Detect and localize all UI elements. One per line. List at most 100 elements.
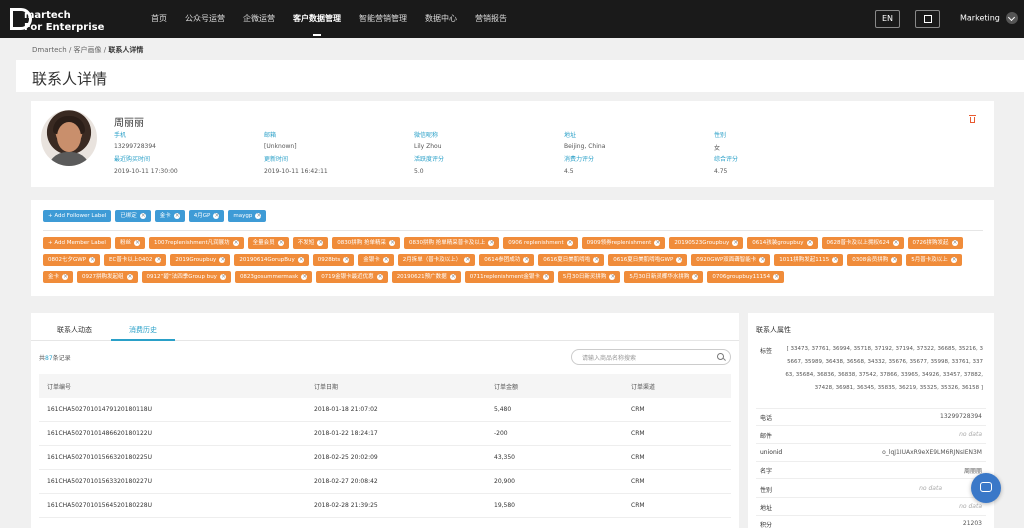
nav-item-data-center[interactable]: 数据中心 (417, 0, 465, 38)
member-tag[interactable]: 5月30日新灵椰华水拼购 (624, 271, 704, 283)
trash-icon[interactable] (969, 115, 976, 123)
column-header[interactable]: 订单日期 (314, 382, 494, 391)
member-tag[interactable]: 0614孩装groupbuy (747, 237, 818, 249)
close-icon[interactable] (806, 237, 813, 249)
close-icon[interactable] (133, 237, 140, 249)
nav-item-marketing-report[interactable]: 营销报告 (467, 0, 515, 38)
close-icon[interactable] (732, 237, 738, 249)
follower-tag[interactable]: 金卡 (154, 210, 185, 222)
close-icon[interactable] (232, 237, 239, 249)
column-header[interactable]: 订单金额 (494, 382, 631, 391)
column-header[interactable]: 订单渠道 (631, 382, 731, 391)
follower-tag[interactable]: 已绑定 (115, 210, 151, 222)
nav-item-customer-data[interactable]: 客户数据管理 (285, 0, 349, 38)
member-tag[interactable]: 20190621预广数据 (391, 271, 461, 283)
member-tag[interactable]: 0614参团成功 (479, 254, 535, 266)
follower-tag[interactable]: 4月GP (188, 210, 225, 222)
add-member-label-button[interactable]: + Add Member Label (43, 237, 111, 249)
close-icon[interactable] (382, 254, 389, 266)
add-follower-label-button[interactable]: + Add Follower Label (43, 210, 112, 222)
close-icon[interactable] (488, 237, 494, 249)
member-tag[interactable]: 全量会员 (247, 237, 289, 249)
member-tag[interactable]: 粉丝 (114, 237, 145, 249)
close-icon[interactable] (759, 254, 765, 266)
close-icon[interactable] (155, 254, 161, 266)
member-tag[interactable]: 0719金银卡最近优惠 (316, 271, 388, 283)
close-icon[interactable] (301, 271, 307, 283)
close-icon[interactable] (566, 237, 573, 249)
member-tag[interactable]: 5月普卡及以上 (906, 254, 962, 266)
close-icon[interactable] (219, 271, 226, 283)
member-tag[interactable]: 0802七夕GWP (43, 254, 101, 266)
search-icon[interactable] (717, 353, 724, 360)
member-tag[interactable]: 0616夏日美肌啃啦GWP (608, 254, 688, 266)
follower-tag[interactable]: maygp (228, 210, 267, 222)
close-icon[interactable] (773, 271, 779, 283)
member-tag[interactable]: 不发短 (292, 237, 329, 249)
nav-item-wecom[interactable]: 企微运营 (235, 0, 283, 38)
close-icon[interactable] (173, 210, 180, 222)
close-icon[interactable] (255, 210, 261, 222)
close-icon[interactable] (464, 254, 470, 266)
member-tag[interactable]: 0711replenishment金银卡 (464, 271, 554, 283)
product-search-input[interactable]: 请输入商品名称搜索 (571, 349, 731, 365)
close-icon[interactable] (297, 254, 304, 266)
close-icon[interactable] (449, 271, 456, 283)
close-icon[interactable] (692, 271, 698, 283)
member-tag[interactable]: 0909领券replenishment (581, 237, 666, 249)
member-tag[interactable]: 0628普卡及以上拥权624 (821, 237, 904, 249)
table-row[interactable]: 161CHA50270101566320180225U 2018-02-25 2… (39, 446, 731, 470)
close-icon[interactable] (609, 271, 615, 283)
close-icon[interactable] (213, 210, 219, 222)
nav-item-smart-marketing[interactable]: 智能营销管理 (351, 0, 415, 38)
close-icon[interactable] (62, 271, 68, 283)
member-tag[interactable]: 0308会员拼购 (847, 254, 903, 266)
tab-contact-activity[interactable]: 联系人动态 (57, 325, 92, 341)
close-icon[interactable] (676, 254, 682, 266)
member-tag[interactable]: 20190523Groupbuy (669, 237, 744, 249)
member-tag[interactable]: 0830拼购 抢单精采普卡及以上 (403, 237, 500, 249)
user-menu[interactable]: Marketing (960, 12, 1018, 24)
chat-button[interactable] (971, 473, 1001, 503)
switch-icon-button[interactable] (915, 10, 940, 28)
close-icon[interactable] (892, 237, 899, 249)
close-icon[interactable] (277, 237, 284, 249)
member-tag[interactable]: 金银卡 (358, 254, 394, 266)
close-icon[interactable] (832, 254, 838, 266)
close-icon[interactable] (388, 237, 395, 249)
member-tag[interactable]: 0823gosummermask (234, 271, 313, 283)
member-tag[interactable]: 0726拼购发起 (907, 237, 963, 249)
close-icon[interactable] (126, 271, 133, 283)
close-icon[interactable] (593, 254, 599, 266)
close-icon[interactable] (891, 254, 897, 266)
table-row[interactable]: 161CHA50270101564520180228U 2018-02-28 2… (39, 494, 731, 518)
table-row[interactable]: 161CHA50270101486620180122U 2018-01-22 1… (39, 422, 731, 446)
member-tag[interactable]: 2019Groupbuy (170, 254, 231, 266)
brand-logo[interactable]: martech For Enterprise (10, 6, 110, 34)
close-icon[interactable] (219, 254, 225, 266)
breadcrumb-customer-profile[interactable]: 客户画像 (74, 46, 102, 54)
breadcrumb-root[interactable]: Dmartech (32, 46, 67, 54)
close-icon[interactable] (89, 254, 95, 266)
member-tag[interactable]: 1011拼购发起1115 (774, 254, 844, 266)
table-row[interactable]: 161CHA50270101563320180227U 2018-02-27 2… (39, 470, 731, 494)
table-row[interactable]: 161CHA50270101479120180118U 2018-01-18 2… (39, 398, 731, 422)
language-button[interactable]: EN (875, 10, 900, 28)
tab-purchase-history[interactable]: 消费历史 (111, 325, 175, 341)
member-tag[interactable]: 5月30日新灵拼购 (557, 271, 621, 283)
nav-item-official-account[interactable]: 公众号运营 (177, 0, 233, 38)
close-icon[interactable] (654, 237, 660, 249)
member-tag[interactable]: 20190614GorupBuy (234, 254, 309, 266)
member-tag[interactable]: 1007replenishment凡润展坊 (148, 237, 244, 249)
close-icon[interactable] (523, 254, 529, 266)
member-tag[interactable]: 0616夏日美肌啃啦 (538, 254, 605, 266)
close-icon[interactable] (542, 271, 549, 283)
member-tag[interactable]: 金卡 (43, 271, 74, 283)
close-icon[interactable] (951, 237, 958, 249)
member-tag[interactable]: 0928bts (312, 254, 355, 266)
close-icon[interactable] (376, 271, 383, 283)
column-header[interactable]: 订单编号 (39, 382, 314, 391)
member-tag[interactable]: 0920GWP双面聋智能卡 (691, 254, 771, 266)
close-icon[interactable] (950, 254, 957, 266)
member-tag[interactable]: 0906 replenishment (503, 237, 578, 249)
